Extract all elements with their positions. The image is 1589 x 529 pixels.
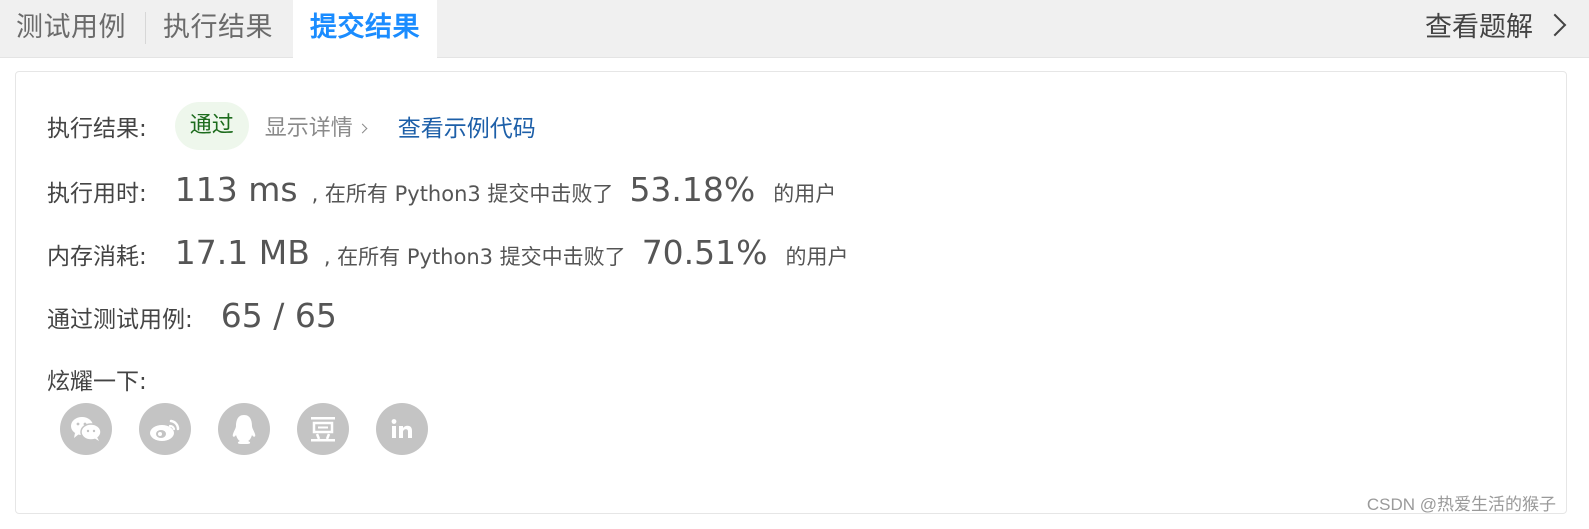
result-label: 执行结果:: [47, 116, 147, 142]
memory-suffix: 的用户: [785, 245, 849, 269]
share-wechat-button[interactable]: [60, 403, 112, 455]
memory-beat-text: , 在所有 Python3 提交中击败了: [323, 245, 626, 269]
tab-test-cases[interactable]: 测试用例: [16, 0, 126, 58]
linkedin-icon: [391, 419, 412, 438]
tab-run-result[interactable]: 执行结果: [163, 0, 273, 58]
weibo-icon: [150, 419, 180, 441]
memory-percent: 70.51%: [641, 233, 768, 272]
memory-label: 内存消耗:: [47, 244, 147, 270]
testcases-row: 通过测试用例: 65 / 65: [47, 296, 337, 335]
share-douban-button[interactable]: [297, 403, 349, 455]
view-sample-code-link[interactable]: 查看示例代码: [398, 109, 536, 143]
runtime-beat-text: , 在所有 Python3 提交中击败了: [311, 182, 614, 206]
tab-divider: [145, 12, 146, 44]
douban-icon: [311, 417, 335, 442]
runtime-row: 执行用时: 113 ms , 在所有 Python3 提交中击败了 53.18%…: [47, 170, 836, 209]
chevron-right-icon: [1543, 13, 1567, 37]
wechat-icon: [71, 417, 102, 441]
testcases-label: 通过测试用例:: [47, 307, 193, 333]
qq-icon: [232, 415, 256, 444]
runtime-value: 113 ms: [174, 170, 298, 209]
show-detail-label: 显示详情: [264, 116, 353, 141]
result-row: 执行结果: 通过 显示详情 查看示例代码: [47, 102, 536, 150]
show-detail-link[interactable]: 显示详情: [264, 110, 368, 142]
result-panel: 执行结果: 通过 显示详情 查看示例代码 执行用时: 113 ms , 在所有 …: [15, 71, 1567, 514]
chevron-right-icon: [357, 123, 368, 134]
share-weibo-button[interactable]: [139, 403, 191, 455]
tab-bar: 测试用例 执行结果 提交结果 查看题解: [0, 0, 1589, 59]
share-row: 炫耀一下:: [47, 362, 147, 396]
runtime-label: 执行用时:: [47, 181, 147, 207]
tab-submit-result[interactable]: 提交结果: [293, 0, 437, 59]
view-solution-label: 查看题解: [1425, 12, 1533, 43]
testcases-value: 65 / 65: [220, 296, 337, 335]
status-badge: 通过: [174, 102, 249, 150]
memory-value: 17.1 MB: [174, 233, 310, 272]
memory-row: 内存消耗: 17.1 MB , 在所有 Python3 提交中击败了 70.51…: [47, 233, 849, 272]
share-linkedin-button[interactable]: [376, 403, 428, 455]
share-label: 炫耀一下:: [47, 369, 147, 395]
runtime-suffix: 的用户: [773, 182, 837, 206]
view-solution-link[interactable]: 查看题解: [1425, 0, 1569, 56]
share-qq-button[interactable]: [218, 403, 270, 455]
watermark: CSDN @热爱生活的猴子: [1366, 495, 1556, 514]
runtime-percent: 53.18%: [629, 170, 756, 209]
share-buttons: [60, 403, 455, 455]
